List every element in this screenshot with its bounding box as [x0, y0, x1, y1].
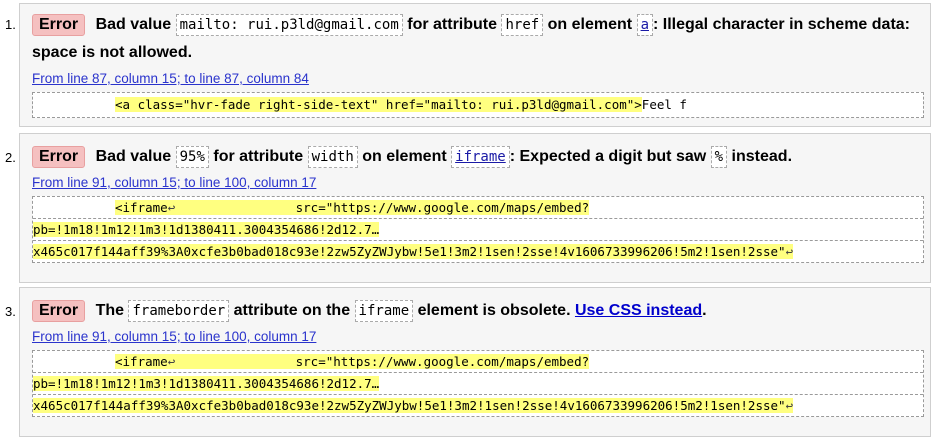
message-text: . [702, 302, 707, 319]
extract-line: <iframe↩ src="https://www.google.com/map… [33, 351, 923, 373]
source-extract: <iframe ↩ src="https://www.google.com/map… [32, 196, 924, 263]
location-link[interactable]: From line 91, column 15; to line 100, co… [32, 175, 316, 190]
extract-line: pb=!1m18!1m12!1m3!1d1380411.3004354686!2… [33, 219, 923, 241]
message-text: instead. [731, 148, 793, 165]
message-number: 2. [5, 150, 16, 165]
attribute-name-code: frameborder [128, 300, 230, 322]
message-text: Bad value [95, 148, 172, 165]
message-text: on element [547, 16, 633, 33]
extract-highlight: x465c017f144aff39%3A0xcfe3b0bad018c93e!2… [33, 398, 786, 413]
extract-tail: Feel f [641, 97, 687, 112]
message-item-2: 2. Error Bad value 95% for attribute wid… [0, 133, 936, 283]
attribute-name-code: href [501, 14, 544, 36]
extract-highlight: pb=!1m18!1m12!1m3!1d1380411.3004354686!2… [33, 376, 380, 391]
extract-highlight: src="https://www.google.com/maps/embed? [175, 354, 590, 369]
message-number: 3. [5, 304, 16, 319]
return-icon: ↩ [785, 244, 794, 259]
extract-line: pb=!1m18!1m12!1m3!1d1380411.3004354686!2… [33, 373, 923, 395]
message-item-3: 3. Error The frameborder attribute on th… [0, 287, 936, 437]
extract-line: x465c017f144aff39%3A0xcfe3b0bad018c93e!2… [33, 241, 923, 262]
source-extract: <iframe ↩ src="https://www.google.com/map… [32, 350, 924, 417]
extract-highlight: x465c017f144aff39%3A0xcfe3b0bad018c93e!2… [33, 244, 786, 259]
attribute-value-code: mailto: rui.p3ld@gmail.com [175, 14, 403, 36]
error-badge: Error [32, 300, 86, 322]
message-box: Error Bad value mailto: rui.p3ld@gmail.c… [19, 3, 931, 127]
message-text: on element [362, 148, 447, 165]
extract-highlight: pb=!1m18!1m12!1m3!1d1380411.3004354686!2… [33, 222, 380, 237]
message-text: element is obsolete. [417, 302, 571, 319]
message-box: Error Bad value 95% for attribute width … [19, 133, 931, 283]
message-text: attribute on the [233, 302, 351, 319]
message-text: for attribute [407, 16, 498, 33]
extract-line: <a class="hvr-fade right-side-text" href… [33, 93, 923, 117]
message-text: Bad value [95, 16, 172, 33]
message-box: Error The frameborder attribute on the i… [19, 287, 931, 437]
message-item-1: 1. Error Bad value mailto: rui.p3ld@gmai… [0, 0, 936, 130]
extract-line: x465c017f144aff39%3A0xcfe3b0bad018c93e!2… [33, 395, 923, 416]
location-link[interactable]: From line 91, column 15; to line 100, co… [32, 329, 316, 344]
return-icon: ↩ [785, 398, 794, 413]
error-badge: Error [32, 146, 86, 168]
element-link[interactable]: a [636, 14, 653, 36]
extract-line: <iframe↩ src="https://www.google.com/map… [33, 197, 923, 219]
message-headline: Error The frameborder attribute on the i… [32, 297, 922, 325]
attribute-value-code: 95% [175, 146, 209, 168]
message-text: : Expected a digit but saw [509, 148, 707, 165]
extract-highlight: <iframe [115, 354, 168, 369]
location-link[interactable]: From line 87, column 15; to line 87, col… [32, 71, 309, 86]
element-name-code: iframe [354, 300, 414, 322]
error-badge: Error [32, 14, 86, 36]
element-link[interactable]: iframe [451, 146, 510, 168]
use-css-link[interactable]: Use CSS instead [575, 302, 702, 319]
extract-highlight: <iframe [115, 200, 168, 215]
message-text: The [95, 302, 125, 319]
extract-highlight: src="https://www.google.com/maps/embed? [175, 200, 590, 215]
extract-highlight: <a class="hvr-fade right-side-text" href… [115, 97, 642, 112]
message-headline: Error Bad value 95% for attribute width … [32, 143, 922, 171]
message-text: for attribute [213, 148, 304, 165]
character-code: % [710, 146, 728, 168]
message-headline: Error Bad value mailto: rui.p3ld@gmail.c… [32, 11, 922, 66]
attribute-name-code: width [307, 146, 358, 168]
message-number: 1. [5, 17, 16, 32]
source-extract: <a class="hvr-fade right-side-text" href… [32, 92, 924, 118]
